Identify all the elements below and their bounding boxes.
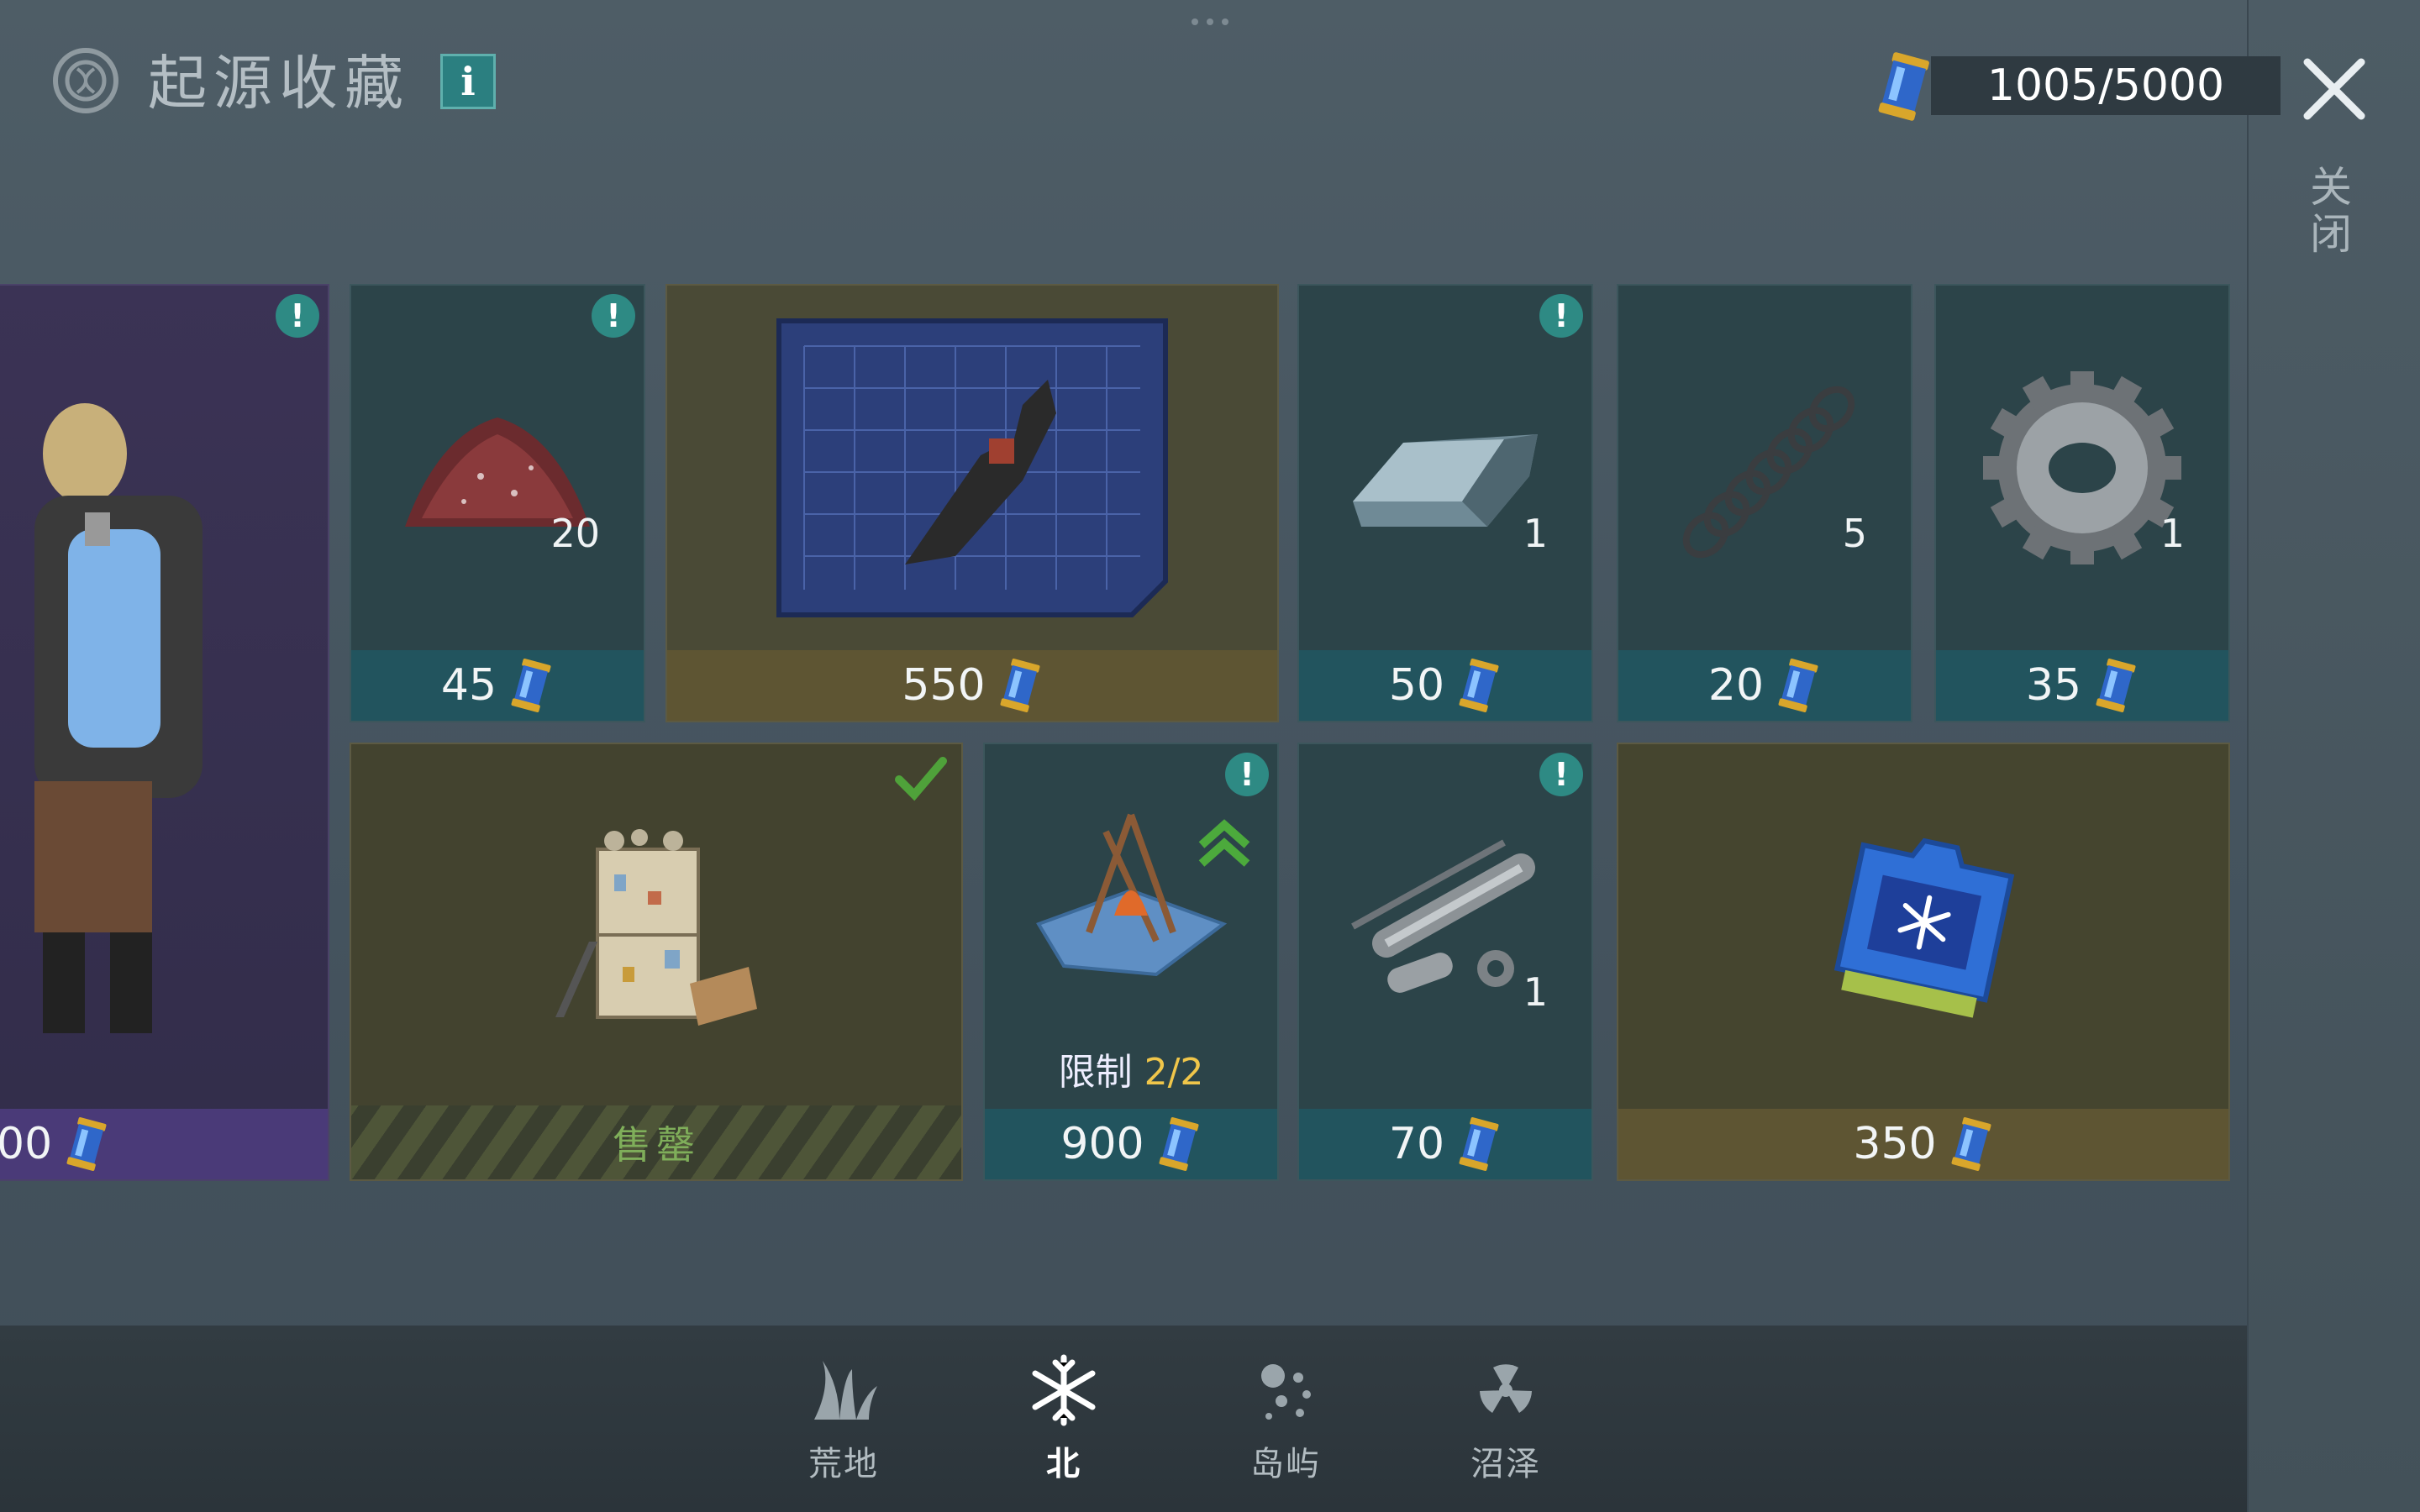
price-row: 350 (1618, 1109, 2228, 1179)
drag-handle[interactable] (1185, 18, 1235, 32)
spring-image (1618, 286, 1911, 650)
close-icon[interactable] (2302, 57, 2366, 121)
gunpowder-image (351, 286, 644, 650)
snowflake-icon (1032, 1354, 1096, 1426)
tab-label: 沼泽 (1470, 1445, 1541, 1483)
tab-label: 北 (1046, 1445, 1081, 1483)
price-value: 70 (1388, 1119, 1445, 1169)
tab-label: 岛屿 (1250, 1445, 1321, 1483)
item-card-workbench-set: 售罄 (350, 743, 963, 1181)
item-quantity: 5 (1842, 511, 1867, 556)
item-card-gunpowder[interactable]: ! 20 45 (350, 284, 645, 722)
item-quantity: 1 (2160, 511, 2185, 556)
price-row: 70 (1299, 1109, 1591, 1179)
tab-north[interactable]: 北 (1005, 1352, 1123, 1485)
sold-out-banner: 售罄 (351, 1105, 961, 1179)
close-label[interactable]: 关闭 (2303, 165, 2358, 259)
survivor-suit-image (0, 286, 328, 1109)
price-value: 00 (0, 1119, 53, 1169)
item-card-blueprint[interactable]: 550 (666, 284, 1279, 722)
grass-icon (814, 1361, 877, 1420)
dna-canister-icon (1459, 1117, 1499, 1171)
item-card-chip[interactable]: 350 (1617, 743, 2230, 1181)
price-value: 550 (902, 660, 986, 711)
price-value: 45 (440, 660, 497, 711)
dna-canister-icon (1459, 659, 1499, 712)
info-button[interactable]: i (440, 54, 496, 109)
dna-canister-icon (1878, 52, 1929, 121)
limit-value: 2/2 (1144, 1051, 1204, 1094)
workbench-set-image (351, 744, 961, 1105)
dna-canister-icon (1951, 1117, 1991, 1171)
dna-canister-icon (1778, 659, 1818, 712)
dna-canister-icon (1159, 1117, 1199, 1171)
weapon-blueprint-image (667, 286, 1277, 650)
item-card-campfire[interactable]: ! 限制 2/2 900 (983, 743, 1279, 1181)
item-quantity: 20 (550, 511, 600, 556)
sold-out-label: 售罄 (613, 1122, 700, 1168)
price-row: 550 (667, 650, 1277, 721)
tab-wasteland[interactable]: 荒地 (785, 1352, 902, 1485)
price-value: 900 (1060, 1119, 1144, 1169)
page-title: 起源收藏 (148, 49, 410, 118)
gear-image (1936, 286, 2228, 650)
steel-bar-image (1299, 286, 1591, 650)
dna-canister-icon (511, 659, 551, 712)
item-quantity: 1 (1523, 969, 1548, 1015)
price-value: 50 (1388, 660, 1445, 711)
price-value: 20 (1707, 660, 1765, 711)
item-card-suit[interactable]: ! 00 (0, 284, 329, 1181)
price-row: 00 (0, 1109, 328, 1179)
campfire-image (985, 744, 1277, 1037)
island-icon (1261, 1364, 1311, 1420)
price-row: 50 (1299, 650, 1591, 721)
price-row: 900 (985, 1109, 1277, 1179)
price-row: 35 (1936, 650, 2228, 721)
tab-island[interactable]: 岛屿 (1227, 1352, 1344, 1485)
limit-label: 限制 (1058, 1051, 1133, 1094)
dna-emblem-icon (53, 48, 118, 113)
price-row: 20 (1618, 650, 1911, 721)
region-tab-bar (0, 1326, 2247, 1512)
item-card-steel-bar[interactable]: ! 1 50 (1297, 284, 1593, 722)
dna-canister-icon (66, 1117, 107, 1171)
currency-value: 1005/5000 (1931, 56, 2281, 115)
item-quantity: 1 (1523, 511, 1548, 556)
pipe-parts-image (1299, 744, 1591, 1109)
item-card-pipe-parts[interactable]: ! 1 70 (1297, 743, 1593, 1181)
purchase-limit: 限制 2/2 (985, 1042, 1277, 1095)
dna-canister-icon (2096, 659, 2136, 712)
item-card-gear[interactable]: 1 35 (1934, 284, 2230, 722)
price-value: 35 (2025, 660, 2082, 711)
tab-label: 荒地 (808, 1445, 879, 1483)
radiation-icon (1480, 1364, 1532, 1413)
currency-counter: 1005/5000 (1870, 52, 2281, 121)
item-card-spring[interactable]: 5 20 (1617, 284, 1912, 722)
dna-canister-icon (1000, 659, 1040, 712)
cooling-chip-image (1618, 744, 2228, 1109)
price-value: 350 (1853, 1119, 1937, 1169)
price-row: 45 (351, 650, 644, 721)
tab-swamp[interactable]: 沼泽 (1447, 1352, 1565, 1485)
